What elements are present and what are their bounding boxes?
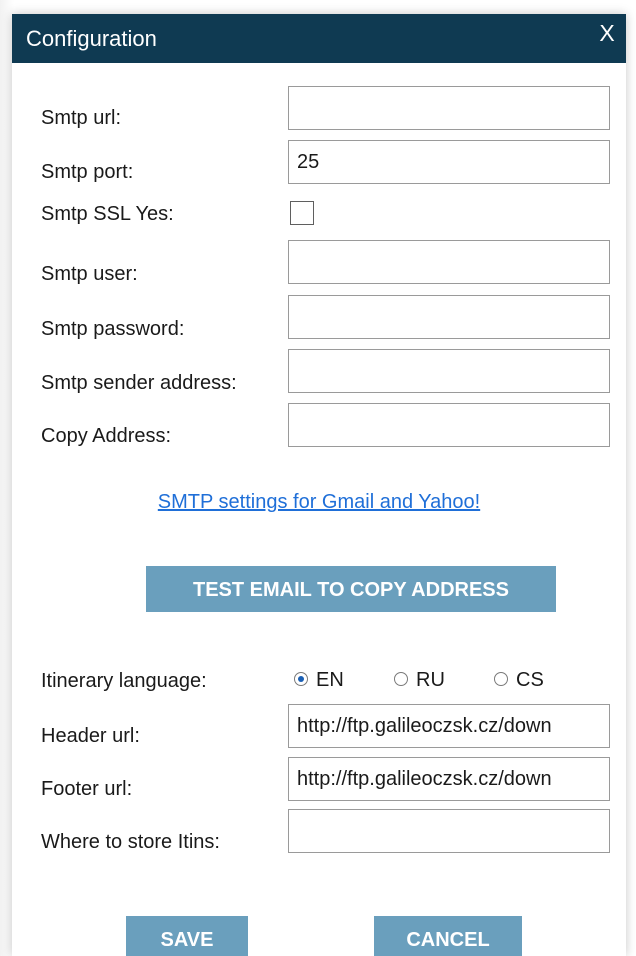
radio-cs-label: CS <box>516 669 544 691</box>
test-email-button[interactable]: TEST EMAIL TO COPY ADDRESS <box>146 566 556 612</box>
header-url-input[interactable] <box>288 704 610 748</box>
radio-en-label: EN <box>316 669 344 691</box>
copy-address-input[interactable] <box>288 403 610 447</box>
title-bar: Configuration X <box>12 14 626 63</box>
copy-address-label: Copy Address: <box>41 425 172 447</box>
configuration-dialog: Configuration X Smtp url: Smtp port: Smt… <box>12 14 626 956</box>
smtp-url-input[interactable] <box>288 86 610 130</box>
cancel-button[interactable]: CANCEL <box>374 916 522 956</box>
smtp-ssl-checkbox[interactable] <box>290 201 314 225</box>
header-url-label: Header url: <box>41 725 140 747</box>
store-itins-input[interactable] <box>288 809 610 853</box>
dialog-title: Configuration <box>26 26 157 51</box>
smtp-port-input[interactable] <box>288 140 610 184</box>
smtp-sender-label: Smtp sender address: <box>41 372 237 394</box>
smtp-port-label: Smtp port: <box>41 161 134 183</box>
smtp-sender-input[interactable] <box>288 349 610 393</box>
itinerary-language-label: Itinerary language: <box>41 670 207 692</box>
close-button[interactable]: X <box>592 18 622 48</box>
store-itins-label: Where to store Itins: <box>41 831 220 853</box>
radio-en-circle <box>294 672 308 686</box>
save-button[interactable]: SAVE <box>126 916 248 956</box>
smtp-url-label: Smtp url: <box>41 107 122 129</box>
smtp-user-label: Smtp user: <box>41 263 138 285</box>
radio-selected-dot <box>298 676 304 682</box>
smtp-ssl-label: Smtp SSL Yes: <box>41 203 174 225</box>
smtp-user-input[interactable] <box>288 240 610 284</box>
footer-url-label: Footer url: <box>41 778 133 800</box>
smtp-password-label: Smtp password: <box>41 318 185 340</box>
radio-ru-circle <box>394 672 408 686</box>
smtp-help-link[interactable]: SMTP settings for Gmail and Yahoo! <box>12 491 626 514</box>
footer-url-input[interactable] <box>288 757 610 801</box>
smtp-password-input[interactable] <box>288 295 610 339</box>
radio-ru-label: RU <box>416 669 445 691</box>
radio-cs-circle <box>494 672 508 686</box>
